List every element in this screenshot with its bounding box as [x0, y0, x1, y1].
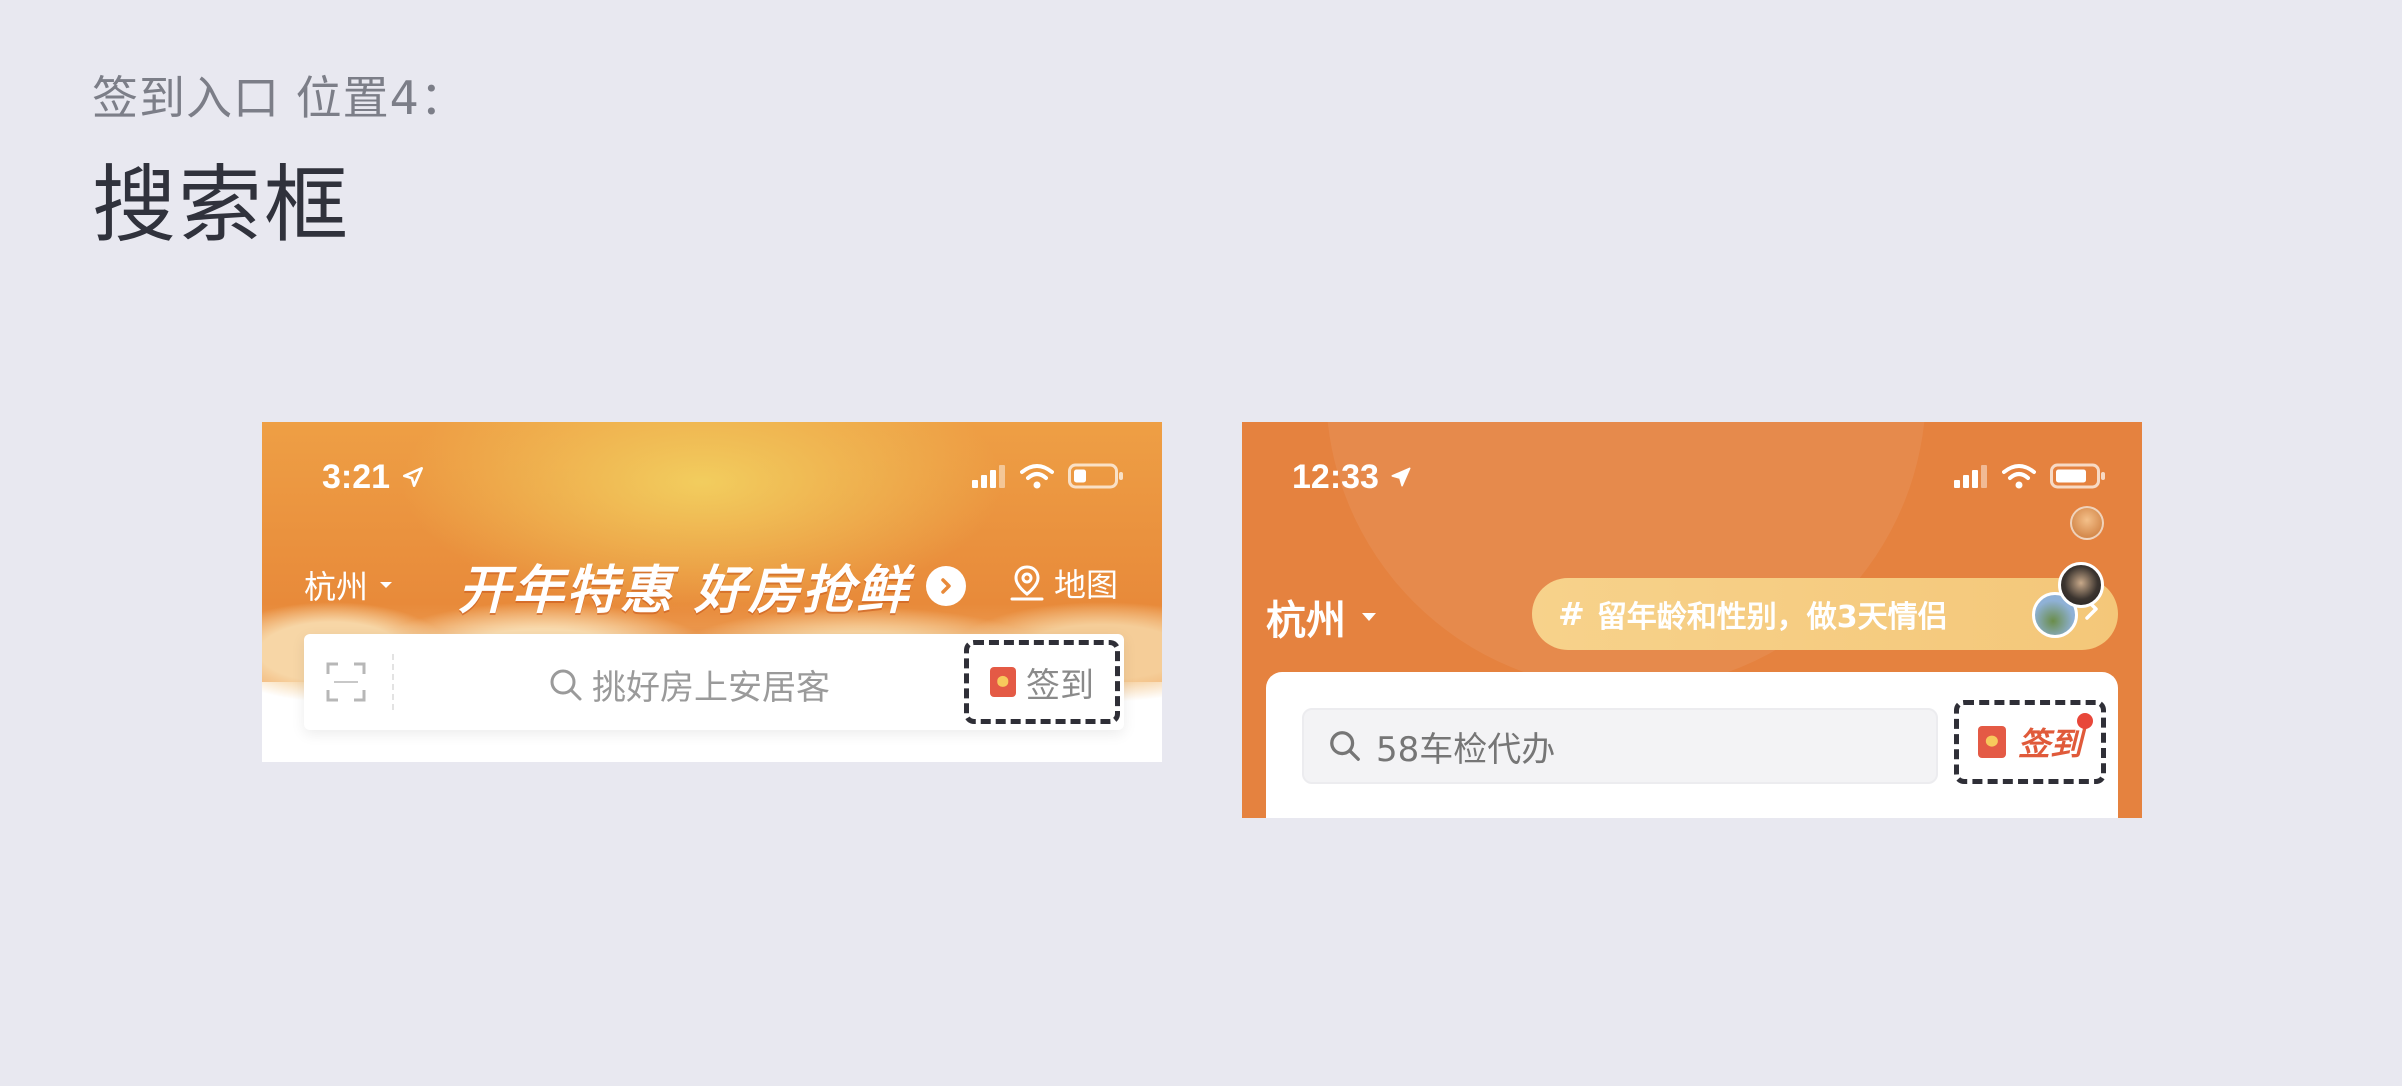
red-envelope-icon [1977, 726, 2006, 758]
notification-dot [2077, 713, 2093, 729]
search-text: 58车检代办 [1376, 729, 1556, 770]
topic-pill[interactable]: # 留年龄和性别，做3天情侣 [1532, 562, 2118, 650]
city-label: 杭州 [1266, 598, 1346, 644]
search-input[interactable]: 58车检代办 [1302, 708, 1938, 784]
wifi-icon [1020, 464, 1054, 489]
dropdown-caret-icon [380, 582, 393, 588]
divider [392, 654, 394, 710]
section-subtitle: 签到入口 位置4： [92, 71, 467, 125]
dropdown-caret-icon [1362, 613, 1376, 621]
sign-in-button[interactable]: 签到 [964, 640, 1120, 724]
location-arrow-icon [1391, 467, 1411, 487]
screenshot-anjuke: 3:21 杭州 开年特惠 好房抢鲜 地图 挑好房上安居客 签到 [262, 422, 1162, 762]
promo-banner[interactable]: 开年特惠 好房抢鲜 [458, 548, 967, 623]
search-card: 58车检代办 签到 [1266, 672, 2118, 818]
search-input[interactable]: 挑好房上安居客 [548, 660, 830, 709]
scan-icon[interactable] [326, 662, 366, 702]
status-time-text: 12:33 [1292, 458, 1379, 496]
signal-icon [1954, 465, 1987, 488]
map-label: 地图 [1053, 566, 1118, 604]
status-time: 3:21 [322, 458, 426, 497]
avatar[interactable] [2070, 506, 2104, 540]
search-bar: 挑好房上安居客 签到 [304, 634, 1124, 730]
topic-text: 留年龄和性别，做3天情侣 [1596, 600, 1948, 635]
battery-icon [2050, 463, 2105, 489]
avatar [2058, 562, 2104, 608]
chevron-right-icon [926, 565, 967, 606]
status-bar-icons [1954, 462, 2106, 490]
battery-icon [1068, 463, 1123, 489]
city-selector[interactable]: 杭州 [1266, 588, 1378, 646]
sign-in-button[interactable]: 签到 [1954, 700, 2106, 784]
map-pin-icon [1010, 565, 1044, 601]
status-bar-icons [972, 462, 1124, 490]
screenshot-58: 12:33 杭州 # 留年龄和性别，做3天情侣 58车检代办 签到 [1242, 422, 2142, 818]
search-placeholder: 挑好房上安居客 [592, 668, 830, 708]
search-icon [1330, 731, 1360, 761]
map-button[interactable]: 地图 [1008, 560, 1118, 606]
red-envelope-icon [990, 667, 1016, 697]
wifi-icon [2002, 464, 2036, 489]
sign-in-label: 签到 [1026, 665, 1094, 706]
search-icon [550, 669, 582, 700]
status-time-text: 3:21 [322, 458, 391, 496]
section-title: 搜索框 [92, 156, 351, 254]
promo-banner-text: 开年特惠 好房抢鲜 [458, 561, 911, 621]
hashtag-icon: # [1558, 595, 1585, 633]
city-label: 杭州 [304, 568, 369, 606]
signal-icon [972, 465, 1005, 488]
sign-in-label: 签到 [2017, 725, 2082, 763]
city-selector[interactable]: 杭州 [304, 562, 394, 608]
status-time: 12:33 [1292, 458, 1414, 497]
location-arrow-icon [402, 467, 423, 487]
